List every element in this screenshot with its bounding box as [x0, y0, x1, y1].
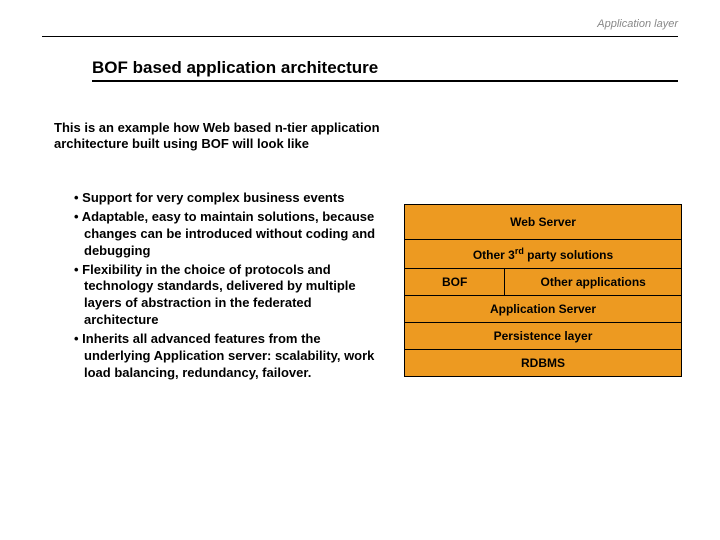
list-item-text: Support for very complex business events	[82, 190, 344, 205]
bullet-icon: •	[74, 190, 82, 205]
diagram-cell: Other 3rd party solutions	[405, 240, 681, 268]
diagram-row-web-server: Web Server	[404, 204, 682, 240]
list-item-text: Adaptable, easy to maintain solutions, b…	[82, 209, 375, 258]
title-rule	[92, 80, 678, 82]
diagram-cell: RDBMS	[405, 350, 681, 376]
architecture-diagram: Web Server Other 3rd party solutions BOF…	[404, 204, 682, 377]
header-label: Application layer	[597, 18, 678, 30]
bullet-icon: •	[74, 262, 82, 277]
diagram-cell-other-apps: Other applications	[504, 269, 681, 295]
diagram-cell: Persistence layer	[405, 323, 681, 349]
third-party-sup: rd	[515, 246, 524, 256]
diagram-cell-bof: BOF	[405, 269, 504, 295]
diagram-row-third-party: Other 3rd party solutions	[404, 240, 682, 269]
list-item-text: Flexibility in the choice of protocols a…	[82, 262, 355, 328]
diagram-row-persistence: Persistence layer	[404, 323, 682, 350]
bullet-list: • Support for very complex business even…	[74, 190, 384, 384]
page-title: BOF based application architecture	[92, 58, 378, 78]
list-item: • Support for very complex business even…	[74, 190, 384, 207]
slide: Application layer BOF based application …	[0, 0, 720, 540]
diagram-row-rdbms: RDBMS	[404, 350, 682, 377]
top-rule	[42, 36, 678, 37]
list-item: • Flexibility in the choice of protocols…	[74, 262, 384, 330]
bullet-icon: •	[74, 209, 82, 224]
diagram-row-app-server: Application Server	[404, 296, 682, 323]
list-item: • Adaptable, easy to maintain solutions,…	[74, 209, 384, 260]
diagram-cell: Application Server	[405, 296, 681, 322]
third-party-post: party solutions	[524, 248, 613, 262]
intro-text: This is an example how Web based n-tier …	[54, 120, 384, 153]
list-item-text: Inherits all advanced features from the …	[82, 331, 374, 380]
bullet-icon: •	[74, 331, 82, 346]
diagram-cell: Web Server	[405, 205, 681, 239]
list-item: • Inherits all advanced features from th…	[74, 331, 384, 382]
third-party-pre: Other 3	[473, 248, 515, 262]
diagram-row-bof-apps: BOF Other applications	[404, 269, 682, 296]
